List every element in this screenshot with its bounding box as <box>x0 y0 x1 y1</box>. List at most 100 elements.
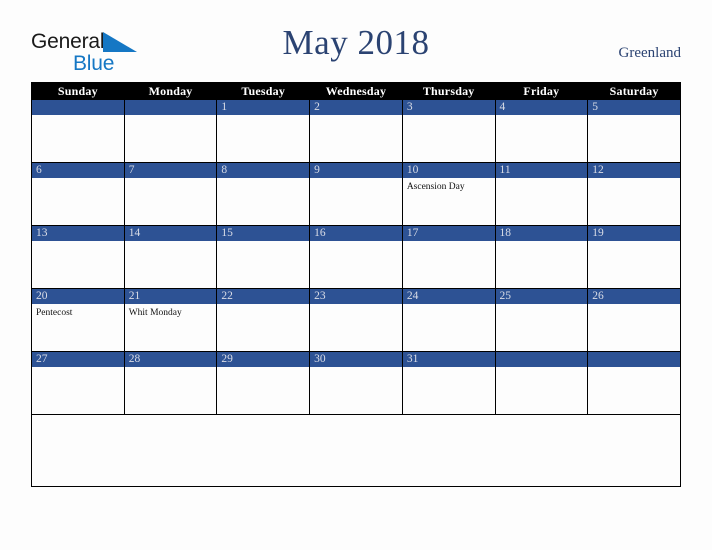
day-events: Ascension Day <box>403 178 495 225</box>
weekday-header-friday: Friday <box>495 82 588 100</box>
day-cell-21[interactable]: 21 Whit Monday <box>123 288 218 352</box>
day-cell-8[interactable]: 8 <box>216 162 311 226</box>
day-cell-16[interactable]: 16 <box>309 225 403 289</box>
day-cell-inner: 26 <box>588 289 680 351</box>
weekday-header-monday: Monday <box>124 82 217 100</box>
day-cell-inner: 9 <box>310 163 402 225</box>
day-events <box>588 241 680 288</box>
day-events <box>32 241 124 288</box>
day-cell-empty <box>123 100 218 163</box>
day-number <box>588 352 680 367</box>
day-cell-inner: 19 <box>588 226 680 288</box>
day-cell-3[interactable]: 3 <box>401 100 496 163</box>
day-cell-29[interactable]: 29 <box>216 351 311 415</box>
day-cell-13[interactable]: 13 <box>31 225 125 289</box>
day-number: 4 <box>495 100 588 115</box>
day-cell-18[interactable]: 18 <box>494 225 589 289</box>
weekday-header-sunday: Sunday <box>31 82 125 100</box>
day-cell-4[interactable]: 4 <box>494 100 589 163</box>
day-cell-inner: 15 <box>217 226 310 288</box>
day-cell-31[interactable]: 31 <box>401 351 496 415</box>
region-label: Greenland <box>618 45 681 61</box>
day-events <box>588 367 680 414</box>
day-cell-15[interactable]: 15 <box>216 225 311 289</box>
day-cell-inner: 12 <box>588 163 680 225</box>
day-events <box>588 115 680 162</box>
day-number: 30 <box>310 352 402 367</box>
day-cell-5[interactable]: 5 <box>587 100 681 163</box>
day-cell-1[interactable]: 1 <box>216 100 311 163</box>
day-number: 31 <box>402 352 495 367</box>
day-cell-12[interactable]: 12 <box>587 162 681 226</box>
day-cell-11[interactable]: 11 <box>494 162 589 226</box>
day-cell-30[interactable]: 30 <box>309 351 403 415</box>
day-events <box>32 115 124 162</box>
calendar-week-row: 27 28 29 30 31 <box>31 351 681 415</box>
day-cell-inner: 21 Whit Monday <box>124 289 217 351</box>
day-cell-27[interactable]: 27 <box>31 351 125 415</box>
day-cell-20[interactable]: 20 Pentecost <box>31 288 125 352</box>
day-events <box>217 304 309 351</box>
day-number: 12 <box>588 163 680 178</box>
day-number: 27 <box>32 352 124 367</box>
day-cell-26[interactable]: 26 <box>587 288 681 352</box>
holiday-event: Ascension Day <box>406 182 465 192</box>
day-cell-inner: 3 <box>402 100 495 162</box>
day-number: 25 <box>495 289 588 304</box>
day-cell-inner: 30 <box>310 352 402 414</box>
day-events <box>496 241 588 288</box>
day-events <box>496 178 588 225</box>
day-events <box>403 367 495 414</box>
day-events <box>496 304 588 351</box>
day-cell-inner: 28 <box>124 352 217 414</box>
page-header: General Blue May 2018 Greenland <box>0 0 712 82</box>
weekday-header-saturday: Saturday <box>587 82 681 100</box>
day-number: 29 <box>217 352 310 367</box>
day-number: 21 <box>124 289 217 304</box>
day-events <box>217 241 309 288</box>
day-cell-25[interactable]: 25 <box>494 288 589 352</box>
day-events <box>310 178 402 225</box>
day-events <box>496 367 588 414</box>
day-cell-inner: 23 <box>310 289 402 351</box>
day-cell-28[interactable]: 28 <box>123 351 218 415</box>
day-cell-inner: 7 <box>124 163 217 225</box>
day-cell-inner: 16 <box>310 226 402 288</box>
weekday-header-thursday: Thursday <box>402 82 496 100</box>
day-cell-inner <box>32 100 124 162</box>
day-number: 10 <box>402 163 495 178</box>
day-number: 24 <box>402 289 495 304</box>
day-events <box>125 367 217 414</box>
day-cell-6[interactable]: 6 <box>31 162 125 226</box>
day-cell-10[interactable]: 10 Ascension Day <box>401 162 496 226</box>
day-number: 8 <box>217 163 310 178</box>
day-events: Pentecost <box>32 304 124 351</box>
day-cell-9[interactable]: 9 <box>309 162 403 226</box>
day-cell-inner: 6 <box>32 163 124 225</box>
day-events <box>32 367 124 414</box>
day-events <box>217 367 309 414</box>
day-cell-24[interactable]: 24 <box>401 288 496 352</box>
calendar-week-row: 20 Pentecost 21 Whit Monday 22 23 24 25 26 <box>31 288 681 352</box>
day-number: 2 <box>310 100 402 115</box>
day-number <box>495 352 588 367</box>
day-number: 22 <box>217 289 310 304</box>
day-cell-7[interactable]: 7 <box>123 162 218 226</box>
day-cell-2[interactable]: 2 <box>309 100 403 163</box>
day-number: 28 <box>124 352 217 367</box>
weekday-header-wednesday: Wednesday <box>309 82 403 100</box>
day-cell-14[interactable]: 14 <box>123 225 218 289</box>
calendar-header-row-group: Sunday Monday Tuesday Wednesday Thursday Frid… <box>31 82 681 100</box>
holiday-event: Pentecost <box>36 308 73 318</box>
calendar-body: 1 2 3 4 5 6 7 8 9 10 Ascension Day 11 12 13 14 15 16 17 18… <box>31 100 681 415</box>
day-cell-19[interactable]: 19 <box>587 225 681 289</box>
day-number: 13 <box>32 226 124 241</box>
day-events <box>32 178 124 225</box>
day-cell-23[interactable]: 23 <box>309 288 403 352</box>
day-number: 18 <box>495 226 588 241</box>
day-cell-17[interactable]: 17 <box>401 225 496 289</box>
day-number <box>124 100 217 115</box>
day-events <box>217 115 309 162</box>
day-cell-22[interactable]: 22 <box>216 288 311 352</box>
day-cell-inner: 22 <box>217 289 310 351</box>
